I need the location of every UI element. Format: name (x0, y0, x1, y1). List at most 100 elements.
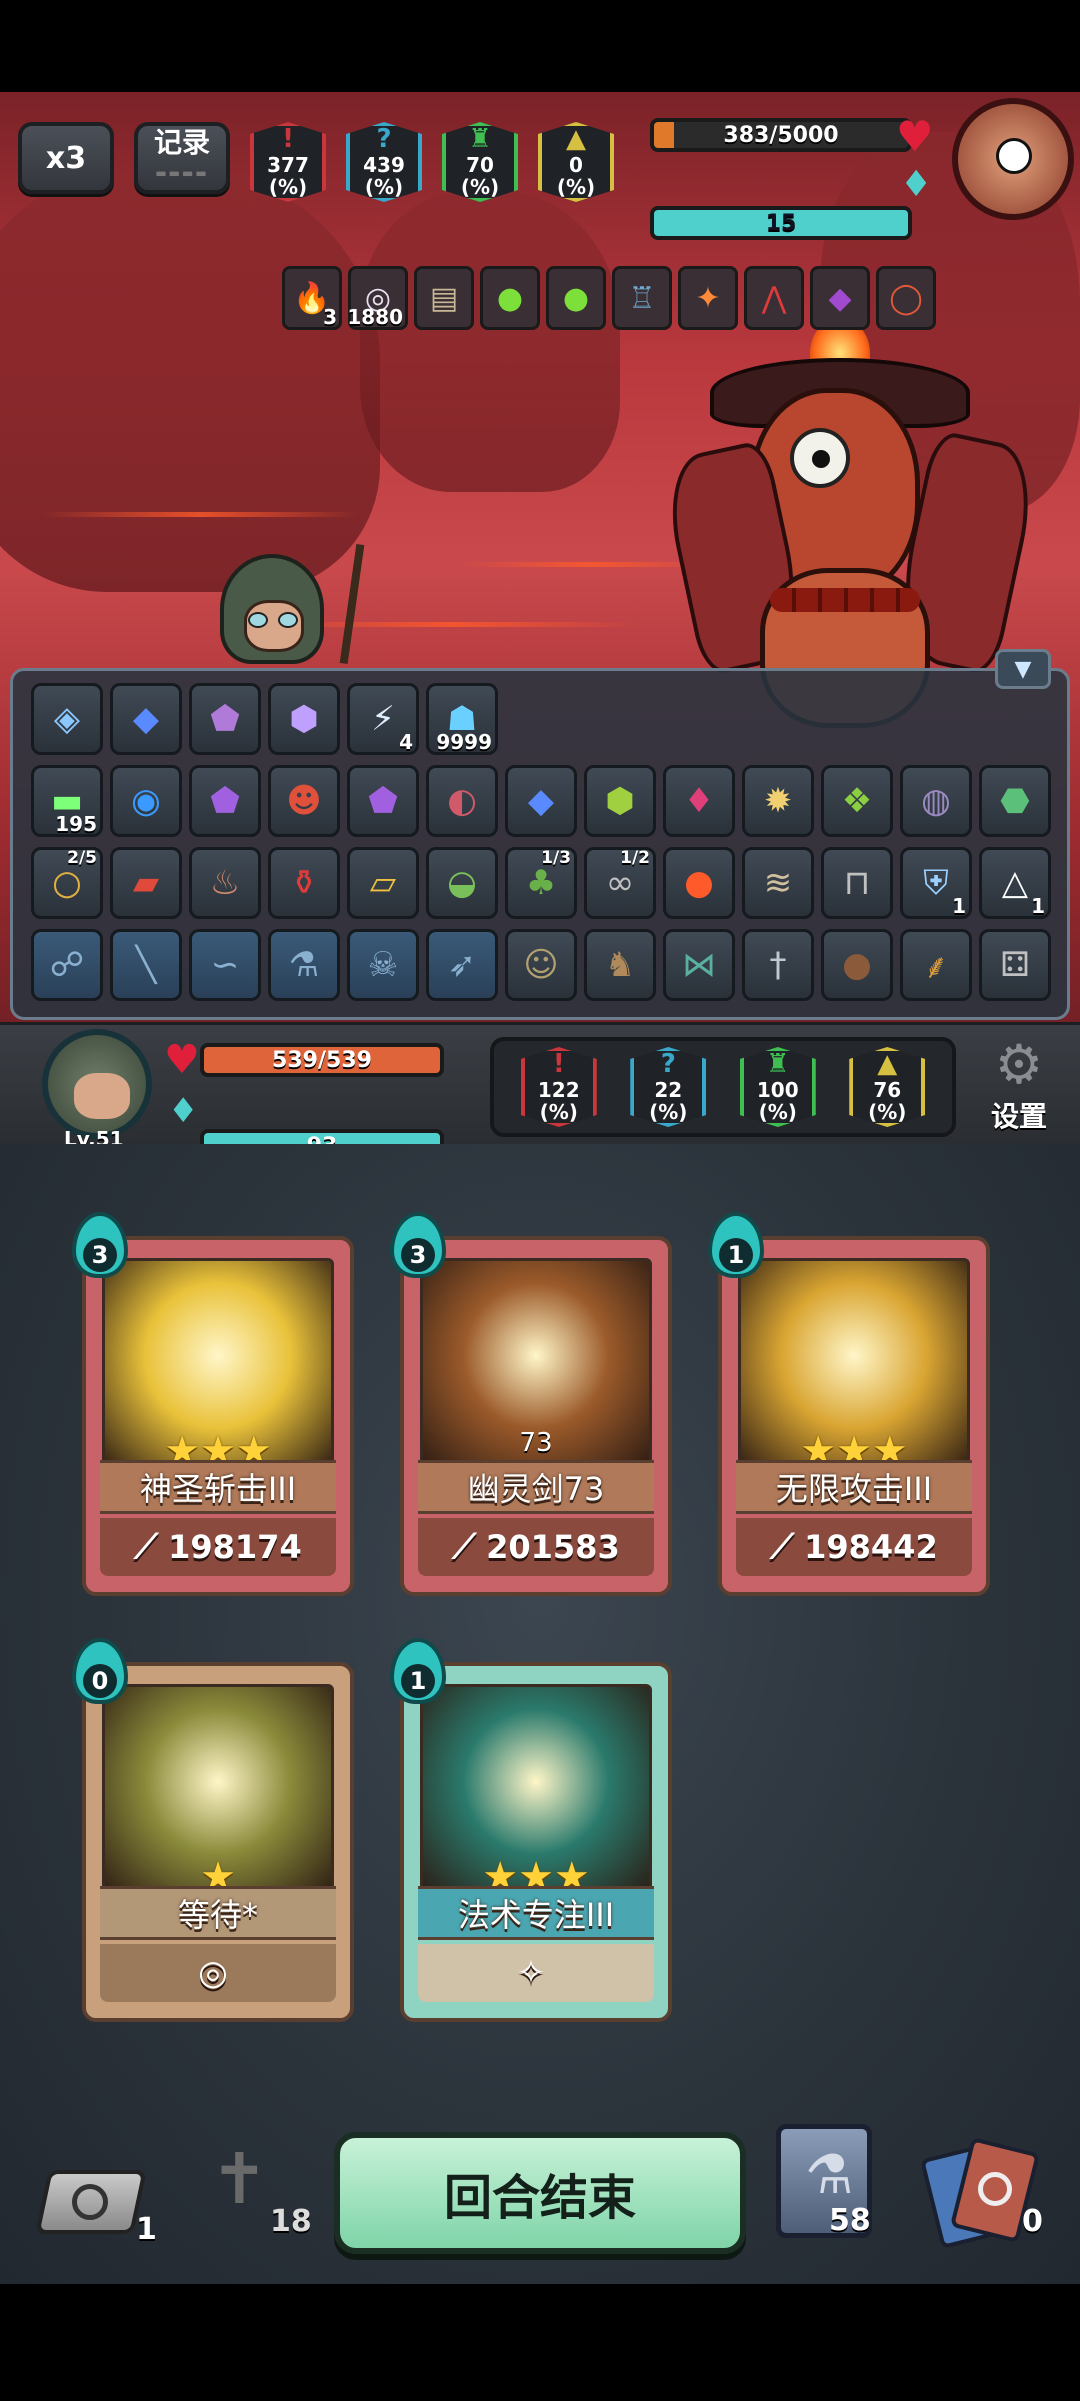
relic-slot[interactable]: ≋ (742, 847, 814, 919)
relic-slot[interactable]: ⊓ (821, 847, 893, 919)
relic-slot[interactable]: ♞ (584, 929, 656, 1001)
relic-slot[interactable]: ◐ (426, 765, 498, 837)
relic-slot[interactable]: ⬢ (584, 765, 656, 837)
relic-slot[interactable]: ⬣ (979, 765, 1051, 837)
relic-slot[interactable]: ◍ (900, 765, 972, 837)
card-footer: ✧ (418, 1944, 654, 2002)
relic-slot[interactable]: ○ 2/5 (31, 847, 103, 919)
card-cost-value: 1 (719, 1238, 753, 1272)
card[interactable]: ★★★ 无限攻击III ⟋ 198442 1 (708, 1212, 990, 1596)
relic-slot[interactable]: ⋈ (663, 929, 735, 1001)
player-stat-value: 100 (756, 1078, 799, 1102)
enemy-stat[interactable]: ▲ 0 (%) (538, 122, 614, 202)
relic-slot[interactable]: ♦ (663, 765, 735, 837)
relic-slot[interactable]: ⬟ (189, 765, 261, 837)
enemy-buff[interactable]: ⋀ (744, 266, 804, 330)
player-avatar[interactable] (42, 1029, 152, 1139)
exhaust-pile[interactable]: ✝ 18 (190, 2138, 320, 2250)
relic-slot[interactable]: ☍ (31, 929, 103, 1001)
plant-icon: ♣ (525, 863, 557, 903)
relic-slot[interactable]: ♨ (189, 847, 261, 919)
relic-slot[interactable]: ☻ (268, 765, 340, 837)
enemy-buff[interactable]: ▤ (414, 266, 474, 330)
discard-pile[interactable]: 1 (35, 2160, 157, 2250)
spiral-icon (72, 2184, 108, 2220)
figures-icon: ☍ (49, 945, 85, 985)
enemy-buff[interactable]: ◎ 1880 (347, 266, 408, 330)
relic-slot[interactable]: ☠ (347, 929, 419, 1001)
relic-slot[interactable]: ● (821, 929, 893, 1001)
relic-slot[interactable]: ◒ (426, 847, 498, 919)
relic-slot[interactable]: ⸙ (900, 929, 972, 1001)
player-stat[interactable]: ▲ 76 (%) (849, 1047, 926, 1127)
relic-slot[interactable]: ✹ (742, 765, 814, 837)
relic-slot[interactable]: ∽ (189, 929, 261, 1001)
relic-slot[interactable]: ◉ (110, 765, 182, 837)
gold-scroll-icon: ▱ (369, 863, 397, 903)
relic-slot[interactable]: † (742, 929, 814, 1001)
potion-pile[interactable]: ⚗ 58 (776, 2124, 872, 2238)
card[interactable]: ★★★ 神圣斩击III ⟋ 198174 3 (72, 1212, 354, 1596)
enemy-avatar[interactable] (952, 98, 1074, 220)
potion-count: 58 (829, 2203, 871, 2238)
card[interactable]: 73 幽灵剑73 ⟋ 201583 3 (390, 1212, 672, 1596)
card[interactable]: ★★★ 法术专注III ✧ 1 (390, 1638, 672, 2022)
goggle (248, 612, 268, 628)
relic-slot[interactable]: ♣ 1/3 (505, 847, 577, 919)
relic-slot[interactable]: ❖ (821, 765, 893, 837)
player-stat[interactable]: ! 122 (%) (520, 1047, 597, 1127)
relic-slot[interactable]: ⚡ 4 (347, 683, 419, 755)
relic-slot[interactable]: ◆ (505, 765, 577, 837)
settings-button[interactable]: ⚙ 设置 (976, 1035, 1062, 1139)
relic-slot[interactable]: △ 1 (979, 847, 1051, 919)
relic-slot[interactable]: ⚱ (268, 847, 340, 919)
collapse-toggle[interactable]: ▼ (995, 649, 1051, 689)
relic-slot[interactable]: ⚃ (979, 929, 1051, 1001)
enemy-buff[interactable]: ✦ (678, 266, 738, 330)
relic-slot[interactable]: ☗ 9999 (426, 683, 498, 755)
green-slime-icon: ● (496, 280, 524, 316)
enemy-buff[interactable]: ● (480, 266, 540, 330)
relic-slot[interactable]: ▬ 195 (31, 765, 103, 837)
enemy-avatar-eye (996, 138, 1032, 174)
enemy-buff[interactable]: ◯ (876, 266, 936, 330)
relic-slot[interactable]: ◈ (31, 683, 103, 755)
speed-button[interactable]: x3 (18, 122, 114, 194)
log-dots-icon: ▬▬▬▬ (155, 166, 209, 180)
rock-pillar (0, 172, 380, 592)
tombstone-icon: ✝ (210, 2138, 269, 2220)
relic-slot[interactable]: ⬟ (189, 683, 261, 755)
enemy-stat[interactable]: ! 377 (%) (250, 122, 326, 202)
player-stat[interactable]: ♜ 100 (%) (739, 1047, 816, 1127)
relic-slot[interactable]: ⬟ (347, 765, 419, 837)
card-stars: 73 (404, 1428, 668, 1458)
relic-slot[interactable]: ▰ (110, 847, 182, 919)
hurdle-icon: ⊓ (843, 863, 871, 903)
enemy-buff[interactable]: ♖ (612, 266, 672, 330)
relic-slot[interactable]: ◆ (110, 683, 182, 755)
relic-slot[interactable]: ∞ 1/2 (584, 847, 656, 919)
relic-slot[interactable]: ⚗ (268, 929, 340, 1001)
card[interactable]: ★ 等待* ◎ 0 (72, 1638, 354, 2022)
enemy-buff[interactable]: ● (546, 266, 606, 330)
enemy-buff[interactable]: ◆ (810, 266, 870, 330)
card-cost: 0 (72, 1638, 128, 1704)
relic-slot[interactable]: ▱ (347, 847, 419, 919)
enemy-buff[interactable]: 🔥 3 (282, 266, 342, 330)
relic-slot[interactable]: ☺ (505, 929, 577, 1001)
relic-slot[interactable]: ➶ (426, 929, 498, 1001)
enemy-stat[interactable]: ♜ 70 (%) (442, 122, 518, 202)
relic-slot[interactable]: ● (663, 847, 735, 919)
relic-slot[interactable]: ⛨ 1 (900, 847, 972, 919)
enemy-stat[interactable]: ? 439 (%) (346, 122, 422, 202)
log-button[interactable]: 记录 ▬▬▬▬ (134, 122, 230, 194)
draw-pile[interactable]: 0 (919, 2136, 1050, 2250)
relic-slot[interactable]: ⬢ (268, 683, 340, 755)
spiral-icon: ◎ (198, 1953, 228, 1993)
violet-shard-icon: ⬟ (210, 781, 240, 821)
relic-slot[interactable]: ╲ (110, 929, 182, 1001)
broom-staff (339, 544, 365, 664)
mana-flame-icon: ♦ (900, 164, 933, 205)
end-turn-button[interactable]: 回合结束 (334, 2132, 746, 2254)
player-stat[interactable]: ? 22 (%) (630, 1047, 707, 1127)
